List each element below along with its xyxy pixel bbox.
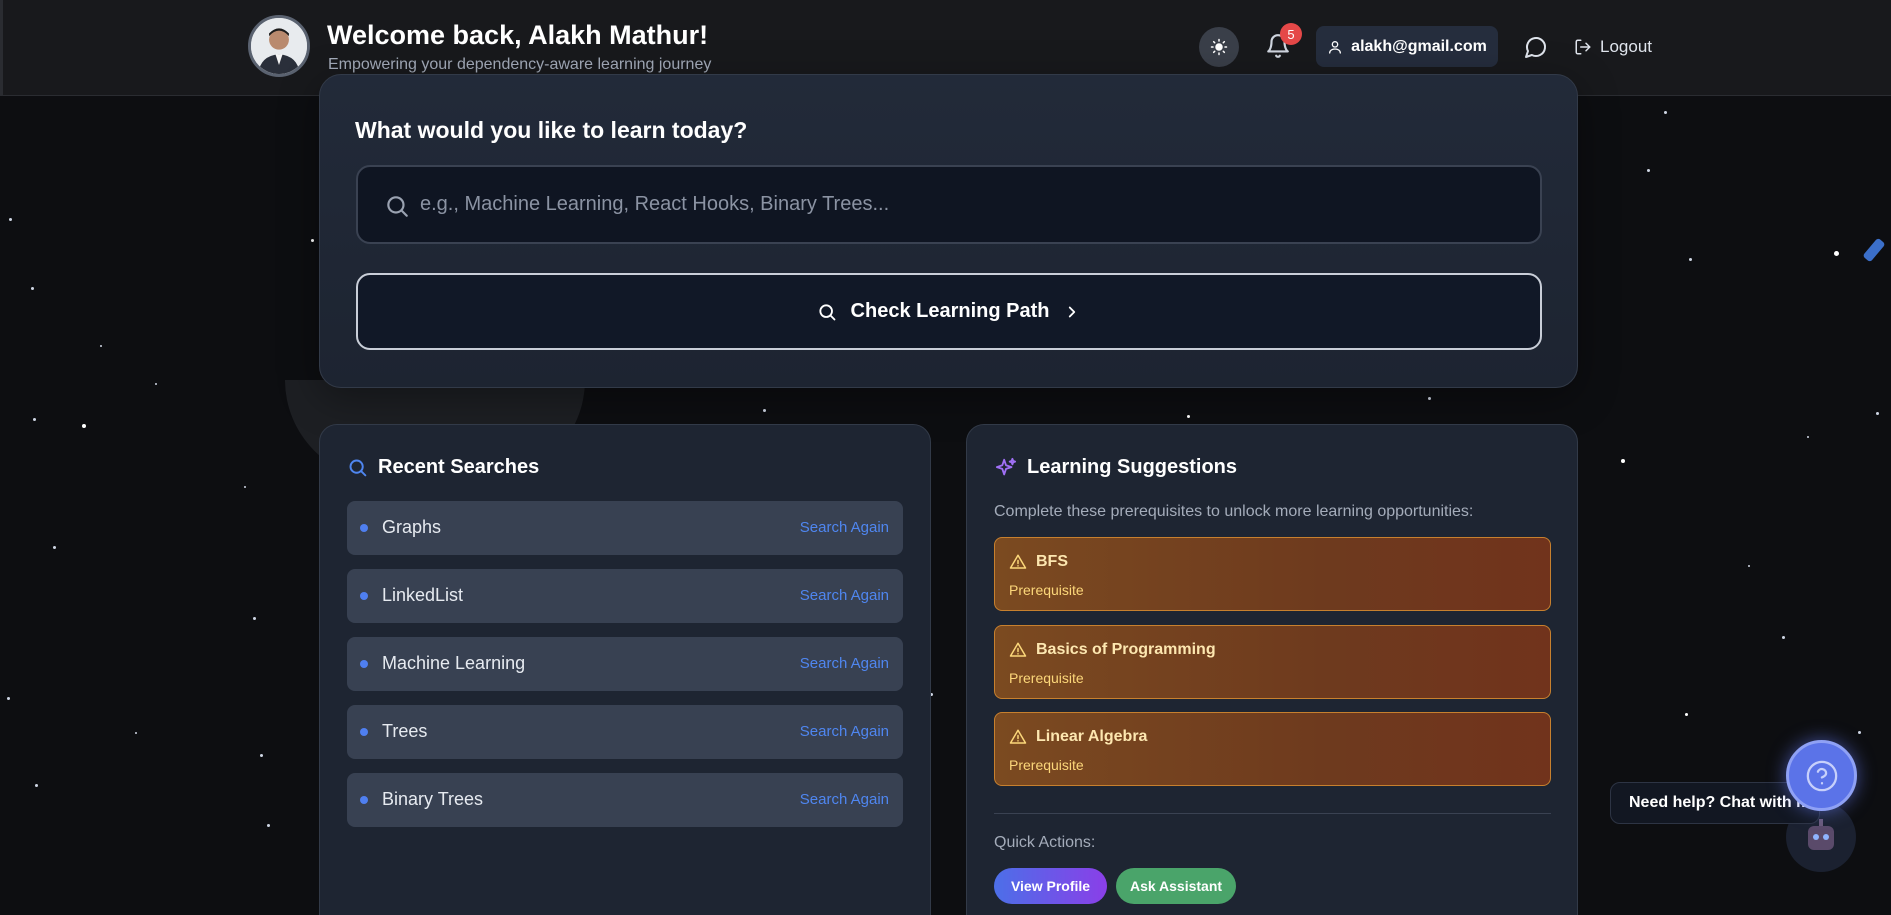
recent-search-label: Machine Learning [382, 653, 526, 673]
search-again-link[interactable]: Search Again [800, 655, 889, 672]
bullet-icon [360, 524, 368, 532]
side-decoration-icon [1863, 238, 1885, 262]
bullet-icon [360, 660, 368, 668]
search-field [356, 165, 1542, 244]
prerequisite-name: Basics of Programming [1036, 641, 1216, 658]
recent-searches-list: Graphs Search Again LinkedList Search Ag… [347, 501, 903, 841]
prerequisite-tag: Prerequisite [1009, 757, 1084, 773]
sun-icon [1210, 38, 1228, 56]
prerequisite-tag: Prerequisite [1009, 582, 1084, 598]
welcome-title: Welcome back, Alakh Mathur! [327, 20, 709, 50]
suggestions-intro: Complete these prerequisites to unlock m… [994, 503, 1474, 520]
bullet-icon [360, 728, 368, 736]
search-again-link[interactable]: Search Again [800, 791, 889, 808]
prerequisite-card[interactable]: Linear Algebra Prerequisite [994, 712, 1551, 786]
bullet-icon [360, 592, 368, 600]
quick-actions-label: Quick Actions: [994, 834, 1096, 851]
search-again-link[interactable]: Search Again [800, 723, 889, 740]
prerequisite-card[interactable]: Basics of Programming Prerequisite [994, 625, 1551, 699]
search-again-link[interactable]: Search Again [800, 587, 889, 604]
recent-search-label: Graphs [382, 517, 442, 537]
welcome-subtitle: Empowering your dependency-aware learnin… [328, 56, 712, 73]
prerequisite-name: BFS [1036, 553, 1068, 570]
bullet-icon [360, 796, 368, 804]
list-item[interactable]: LinkedList Search Again [347, 569, 903, 623]
prerequisite-tag: Prerequisite [1009, 670, 1084, 686]
learning-suggestions-header: Learning Suggestions [995, 456, 1237, 479]
recent-search-label: Binary Trees [382, 789, 484, 809]
logout-label: Logout [1600, 37, 1652, 56]
list-item[interactable]: Trees Search Again [347, 705, 903, 759]
recent-search-label: Trees [382, 721, 428, 741]
warning-icon [1009, 642, 1027, 657]
view-profile-button[interactable]: View Profile [994, 868, 1107, 904]
user-email: alakh@gmail.com [1351, 37, 1487, 55]
help-button[interactable] [1786, 740, 1857, 811]
user-email-chip[interactable]: alakh@gmail.com [1316, 26, 1498, 67]
logout-button[interactable]: Logout [1574, 35, 1652, 59]
search-icon [818, 303, 835, 320]
warning-icon [1009, 554, 1027, 569]
user-icon [1329, 40, 1342, 54]
search-input[interactable] [420, 167, 1520, 242]
check-learning-path-button[interactable]: Check Learning Path [356, 273, 1542, 350]
sparkles-icon [995, 457, 1017, 475]
search-icon [387, 196, 408, 217]
chevron-right-icon [1069, 306, 1076, 317]
search-again-link[interactable]: Search Again [800, 519, 889, 536]
prerequisite-card[interactable]: BFS Prerequisite [994, 537, 1551, 611]
list-item[interactable]: Binary Trees Search Again [347, 773, 903, 827]
learning-suggestions-title: Learning Suggestions [1027, 456, 1238, 478]
recent-searches-header: Recent Searches [347, 456, 539, 479]
theme-toggle-button[interactable] [1199, 27, 1239, 67]
search-icon [349, 459, 367, 477]
list-item[interactable]: Machine Learning Search Again [347, 637, 903, 691]
question-icon [1806, 760, 1837, 791]
prerequisite-name: Linear Algebra [1036, 728, 1148, 745]
avatar[interactable] [248, 15, 310, 77]
warning-icon [1009, 729, 1027, 744]
recent-searches-title: Recent Searches [378, 456, 540, 478]
divider [994, 813, 1551, 814]
list-item[interactable]: Graphs Search Again [347, 501, 903, 555]
search-title: What would you like to learn today? [355, 117, 748, 143]
notification-badge: 5 [1280, 23, 1302, 45]
check-learning-path-label: Check Learning Path [850, 300, 1050, 322]
logout-icon [1575, 39, 1591, 55]
ask-assistant-button[interactable]: Ask Assistant [1116, 868, 1236, 904]
chat-icon[interactable] [1524, 35, 1548, 59]
recent-search-label: LinkedList [382, 585, 464, 605]
